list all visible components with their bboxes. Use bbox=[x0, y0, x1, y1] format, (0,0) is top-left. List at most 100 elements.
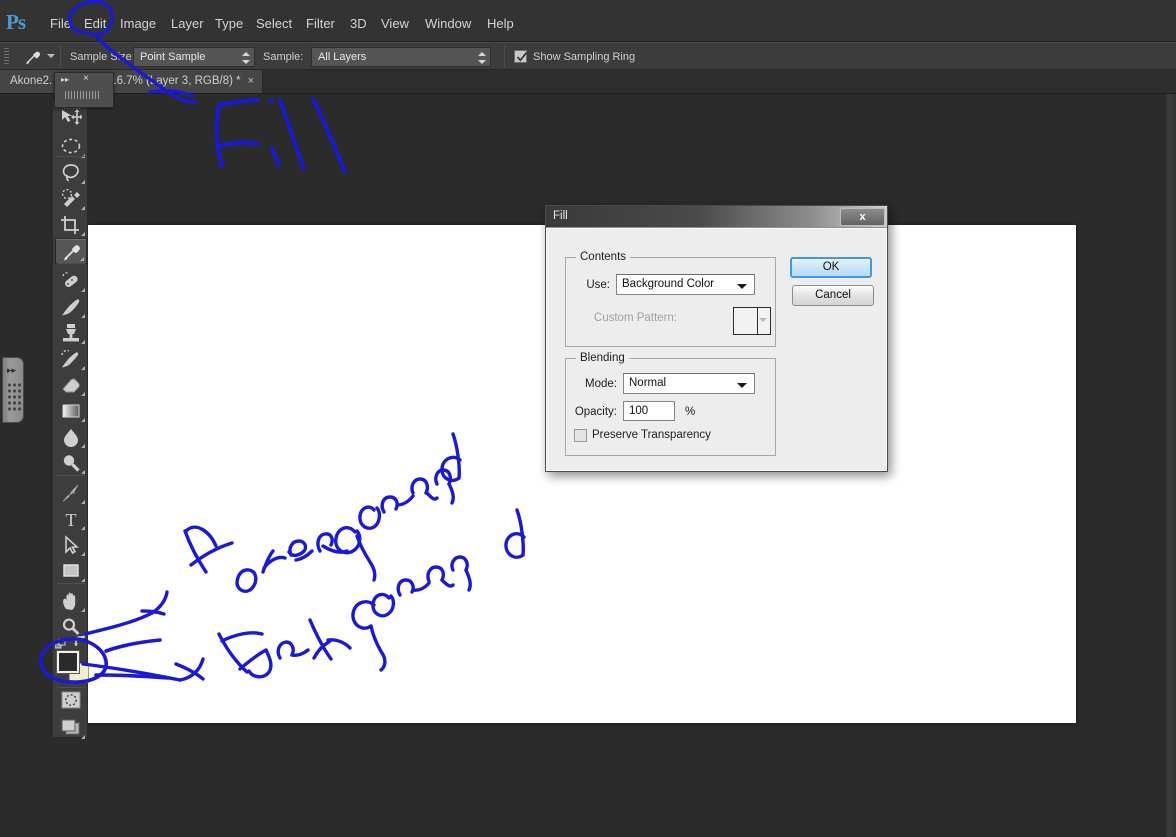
collapse-arrows-icon[interactable]: ▸▸ bbox=[61, 76, 69, 84]
quick-selection-tool[interactable] bbox=[55, 186, 87, 212]
right-panel-strip[interactable] bbox=[1164, 94, 1176, 837]
show-sampling-ring-label: Show Sampling Ring bbox=[533, 51, 636, 63]
blur-tool[interactable] bbox=[55, 424, 87, 450]
menu-select[interactable]: Select bbox=[250, 14, 298, 33]
tool-preset-chevron-down-icon[interactable] bbox=[47, 54, 55, 58]
lasso-tool[interactable] bbox=[55, 160, 87, 186]
sample-select[interactable]: All Layers bbox=[311, 47, 491, 67]
brush-tool[interactable] bbox=[55, 294, 87, 320]
tool-flyout-indicator bbox=[81, 314, 85, 318]
menu-filter[interactable]: Filter bbox=[300, 14, 341, 33]
dialog-title: Fill bbox=[553, 210, 568, 222]
divider bbox=[757, 308, 758, 334]
eraser-tool[interactable] bbox=[55, 372, 87, 398]
fill-dialog[interactable]: Fill x Contents Use: Background Color Cu… bbox=[545, 205, 888, 472]
tool-separator bbox=[57, 156, 85, 157]
options-divider-2 bbox=[504, 46, 505, 68]
custom-pattern-picker[interactable] bbox=[733, 307, 771, 335]
mode-value: Normal bbox=[629, 377, 667, 389]
sample-label: Sample: bbox=[263, 51, 304, 63]
expand-arrows-icon[interactable]: ▸▸ bbox=[7, 366, 16, 375]
hand-tool[interactable] bbox=[55, 588, 87, 614]
opacity-input[interactable]: 100 bbox=[623, 401, 675, 421]
use-value: Background Color bbox=[622, 278, 715, 290]
menu-type[interactable]: Type bbox=[209, 14, 249, 33]
tool-separator bbox=[57, 475, 85, 476]
tool-flyout-indicator bbox=[81, 500, 85, 504]
floating-mini-panel[interactable]: ▸▸ × bbox=[54, 72, 114, 108]
tool-flyout-indicator bbox=[81, 206, 85, 210]
tool-separator bbox=[57, 583, 85, 584]
dialog-body: Contents Use: Background Color Custom Pa… bbox=[546, 228, 887, 471]
sample-size-select[interactable]: Point Sample bbox=[133, 47, 255, 67]
document-tab-bar: Akone2. 16.7% (Layer 3, RGB/8) * × bbox=[0, 70, 1176, 94]
dodge-tool[interactable] bbox=[55, 450, 87, 476]
tool-flyout-indicator bbox=[81, 552, 85, 556]
photoshop-window: Ps File Edit Image Layer Type Select Filter 3D V… bbox=[0, 0, 1176, 837]
tool-flyout-indicator bbox=[81, 526, 85, 530]
gradient-tool[interactable] bbox=[55, 398, 87, 424]
menu-layer[interactable]: Layer bbox=[165, 14, 210, 33]
preserve-transparency-checkbox[interactable] bbox=[574, 429, 587, 442]
ok-button[interactable]: OK bbox=[790, 257, 872, 278]
stepper-icon[interactable] bbox=[478, 51, 486, 65]
menu-window[interactable]: Window bbox=[419, 14, 477, 33]
type-tool[interactable]: T bbox=[55, 506, 87, 532]
opacity-label: Opacity: bbox=[574, 406, 617, 418]
history-brush-tool[interactable] bbox=[55, 346, 87, 372]
dialog-title-bar[interactable]: Fill bbox=[546, 206, 887, 228]
collapsed-panel-tab[interactable]: ▸▸ bbox=[2, 357, 24, 423]
quick-mask-toggle[interactable] bbox=[55, 687, 87, 713]
eyedropper-icon[interactable] bbox=[22, 48, 44, 66]
tool-flyout-indicator bbox=[81, 366, 85, 370]
eyedropper-tool[interactable] bbox=[55, 238, 87, 264]
tool-flyout-indicator bbox=[81, 470, 85, 474]
options-bar-grip[interactable] bbox=[4, 48, 9, 66]
chevron-down-icon[interactable] bbox=[759, 318, 767, 322]
show-sampling-ring-checkbox[interactable] bbox=[514, 50, 528, 63]
menu-edit[interactable]: Edit bbox=[78, 14, 112, 33]
screen-mode-toggle[interactable] bbox=[55, 715, 87, 741]
stepper-icon[interactable] bbox=[242, 51, 250, 65]
document-tab[interactable]: Akone2. 16.7% (Layer 3, RGB/8) * × bbox=[0, 70, 264, 93]
reset-colors-icon[interactable] bbox=[54, 637, 66, 649]
contents-legend: Contents bbox=[580, 251, 627, 263]
pen-tool[interactable] bbox=[55, 480, 87, 506]
svg-text:T: T bbox=[66, 510, 77, 529]
spot-healing-brush-tool[interactable] bbox=[55, 268, 87, 294]
percent-label: % bbox=[685, 406, 696, 418]
chevron-down-icon[interactable] bbox=[737, 284, 747, 289]
menu-help[interactable]: Help bbox=[481, 14, 520, 33]
tool-separator bbox=[57, 263, 85, 264]
options-bar: Sample Size: Point Sample Sample: All La… bbox=[0, 42, 1176, 70]
tools-panel: T bbox=[52, 100, 89, 741]
menu-view[interactable]: View bbox=[375, 14, 415, 33]
close-icon[interactable]: × bbox=[248, 70, 254, 93]
cancel-button[interactable]: Cancel bbox=[792, 285, 874, 306]
swap-colors-icon[interactable] bbox=[74, 634, 87, 649]
crop-tool[interactable] bbox=[55, 212, 87, 238]
use-select[interactable]: Background Color bbox=[616, 274, 755, 295]
tool-flyout-indicator bbox=[81, 392, 85, 396]
move-tool[interactable] bbox=[55, 105, 87, 131]
close-icon[interactable]: × bbox=[83, 74, 89, 84]
chevron-down-icon[interactable] bbox=[737, 383, 747, 388]
use-label: Use: bbox=[586, 279, 610, 291]
mini-panel-grip[interactable] bbox=[65, 91, 101, 99]
mode-select[interactable]: Normal bbox=[623, 373, 755, 394]
preserve-transparency-label: Preserve Transparency bbox=[592, 429, 711, 441]
tool-flyout-indicator bbox=[81, 578, 85, 582]
photoshop-logo: Ps bbox=[6, 10, 26, 34]
menu-file[interactable]: File bbox=[44, 14, 77, 33]
mini-panel-header: ▸▸ × bbox=[55, 73, 113, 87]
foreground-color-swatch[interactable] bbox=[56, 650, 80, 674]
path-selection-tool[interactable] bbox=[55, 532, 87, 558]
menu-3d[interactable]: 3D bbox=[344, 14, 373, 33]
dialog-close-button[interactable]: x bbox=[840, 208, 885, 226]
tool-flyout-indicator bbox=[80, 257, 84, 261]
menu-image[interactable]: Image bbox=[114, 14, 162, 33]
clone-stamp-tool[interactable] bbox=[55, 320, 87, 346]
menu-bar: Ps File Edit Image Layer Type Select Filter 3D V… bbox=[0, 0, 1176, 42]
rectangle-tool[interactable] bbox=[55, 558, 87, 584]
tool-flyout-indicator bbox=[81, 608, 85, 612]
